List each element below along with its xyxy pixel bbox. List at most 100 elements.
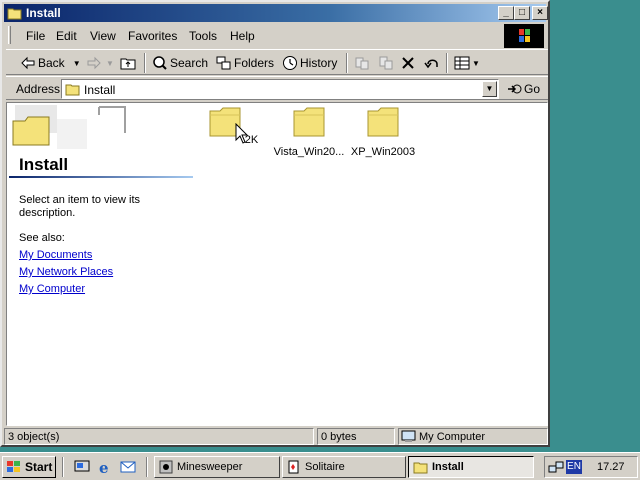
history-button[interactable]: History <box>282 54 337 72</box>
task-install[interactable]: Install <box>408 456 534 478</box>
menu-tools[interactable]: Tools <box>189 29 217 43</box>
link-my-network-places[interactable]: My Network Places <box>19 266 113 278</box>
move-to-button[interactable] <box>354 54 372 72</box>
toolbar-separator <box>144 53 146 73</box>
menu-grip[interactable] <box>8 26 11 44</box>
history-label: History <box>300 56 338 70</box>
network-icon[interactable] <box>548 460 564 476</box>
views-button[interactable]: ▼ <box>454 54 480 72</box>
status-zone: My Computer <box>398 428 548 445</box>
move-to-icon <box>355 57 369 70</box>
internet-explorer-icon[interactable]: e <box>97 459 113 475</box>
folder-label: XP_Win2003 <box>350 146 416 158</box>
panel-divider <box>9 176 193 178</box>
menu-view[interactable]: View <box>90 29 116 43</box>
folder-content-pane[interactable]: Install Select an item to view its descr… <box>6 102 548 426</box>
copy-to-button[interactable] <box>378 54 396 72</box>
go-label: Go <box>524 82 541 96</box>
task-label: Minesweeper <box>177 461 243 473</box>
taskbar-separator <box>62 457 64 477</box>
folder-item-2k[interactable]: 2K <box>193 107 273 146</box>
undo-button[interactable] <box>424 54 442 72</box>
language-indicator[interactable]: EN <box>566 460 582 474</box>
folders-label: Folders <box>234 56 275 70</box>
menu-help[interactable]: Help <box>230 29 255 43</box>
minesweeper-icon <box>159 460 173 474</box>
toolbar-separator <box>446 53 448 73</box>
delete-x-icon <box>402 57 414 69</box>
show-desktop-icon[interactable] <box>74 459 90 475</box>
menu-bar: File Edit View Favorites Tools Help <box>6 24 504 46</box>
history-icon <box>283 56 297 70</box>
address-field[interactable]: Install ▼ <box>61 79 499 99</box>
panel-description: Select an item to view its description. <box>19 194 141 219</box>
minimize-button[interactable]: _ <box>498 6 514 20</box>
status-object-count: 3 object(s) <box>4 428 314 445</box>
address-bar: Address Install ▼ Go <box>6 76 548 100</box>
task-solitaire[interactable]: Solitaire <box>282 456 406 478</box>
standard-toolbar: Back ▼ ▼ Search Folders History ▼ <box>6 49 548 75</box>
folders-button[interactable]: Folders <box>216 54 274 72</box>
menu-favorites[interactable]: Favorites <box>128 29 177 43</box>
folder-banner-icon <box>12 105 126 149</box>
search-label: Search <box>170 56 209 70</box>
explorer-window: Install _ □ × File Edit View Favorites T… <box>0 0 550 447</box>
address-dropdown-button[interactable]: ▼ <box>482 81 497 97</box>
start-label: Start <box>25 460 53 474</box>
search-button[interactable]: Search <box>152 54 208 72</box>
forward-button[interactable]: ▼ <box>86 54 114 72</box>
back-button[interactable]: Back ▼ <box>20 54 81 72</box>
up-folder-icon <box>120 58 136 70</box>
address-value: Install <box>84 83 116 97</box>
views-dropdown-icon[interactable]: ▼ <box>472 59 480 68</box>
link-my-documents[interactable]: My Documents <box>19 249 92 261</box>
go-button[interactable]: Go <box>506 80 540 98</box>
forward-arrow-icon <box>87 56 101 70</box>
windows-flag-icon <box>7 461 20 472</box>
folder-icon <box>65 84 80 96</box>
back-arrow-icon <box>21 56 35 70</box>
taskbar-separator <box>146 457 148 477</box>
my-computer-icon <box>401 430 416 442</box>
delete-button[interactable] <box>400 54 418 72</box>
svg-text:e: e <box>99 459 109 475</box>
folder-icon <box>413 462 428 474</box>
task-label: Install <box>432 461 464 473</box>
address-label: Address <box>16 82 61 96</box>
system-tray: EN 17.27 <box>544 456 638 478</box>
folder-icon <box>7 8 22 20</box>
windows-logo-icon <box>504 24 544 48</box>
window-title: Install <box>26 6 61 20</box>
go-arrow-icon <box>508 84 522 94</box>
see-also-label: See also: <box>19 232 65 244</box>
folder-item-vista-win[interactable]: Vista_Win20... <box>269 107 349 158</box>
solitaire-card-icon <box>288 460 299 474</box>
clock[interactable]: 17.27 <box>597 461 625 473</box>
folder-item-xp-win2003[interactable]: XP_Win2003 <box>343 107 423 158</box>
outlook-express-icon[interactable] <box>120 459 136 475</box>
menu-edit[interactable]: Edit <box>56 29 77 43</box>
up-folder-button[interactable] <box>120 54 138 72</box>
folder-label: Vista_Win20... <box>273 146 345 158</box>
copy-to-icon <box>379 56 393 70</box>
forward-dropdown-icon[interactable]: ▼ <box>106 59 114 68</box>
link-my-computer[interactable]: My Computer <box>19 283 85 295</box>
back-dropdown-icon[interactable]: ▼ <box>73 59 81 68</box>
panel-title: Install <box>19 155 69 174</box>
back-label: Back <box>38 56 65 70</box>
mouse-cursor-icon <box>235 123 249 144</box>
menu-file[interactable]: File <box>26 29 45 43</box>
folder-icon <box>367 107 399 137</box>
views-grid-icon <box>454 56 470 70</box>
undo-icon <box>424 59 438 69</box>
maximize-button[interactable]: □ <box>514 6 530 20</box>
taskbar: Start e Minesweeper Solitaire Install EN… <box>0 452 640 480</box>
task-minesweeper[interactable]: Minesweeper <box>154 456 280 478</box>
start-button[interactable]: Start <box>2 456 56 478</box>
folders-icon <box>216 56 231 70</box>
status-bar: 3 object(s) 0 bytes My Computer <box>4 427 548 445</box>
close-button[interactable]: × <box>532 6 548 20</box>
toolbar-separator <box>346 53 348 73</box>
title-bar[interactable]: Install _ □ × <box>4 4 548 22</box>
folder-icon <box>293 107 325 137</box>
